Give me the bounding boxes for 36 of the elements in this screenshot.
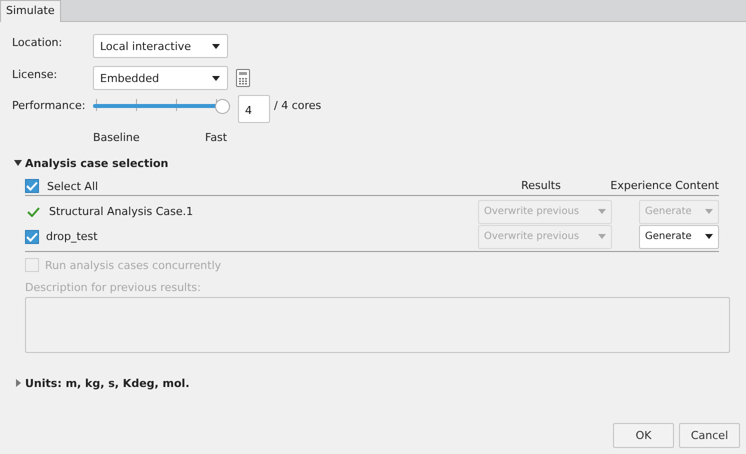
slider-max-label: Fast xyxy=(205,130,228,144)
caret-icon xyxy=(212,44,220,48)
caret-icon xyxy=(598,234,606,239)
slider-thumb[interactable] xyxy=(215,99,230,114)
checkbox-label: Run analysis cases concurrently xyxy=(45,258,222,272)
section-title[interactable]: Units: m, kg, s, Kdeg, mol. xyxy=(25,376,190,390)
tab[interactable]: Simulate xyxy=(0,0,61,22)
cores-input[interactable]: 4 xyxy=(238,95,270,123)
checkbox-label: Select All xyxy=(47,180,98,192)
dialog-button[interactable]: Cancel xyxy=(679,423,740,448)
dialog-button[interactable]: OK xyxy=(613,423,674,448)
checkbox[interactable] xyxy=(25,230,39,244)
checkbox[interactable] xyxy=(25,179,39,193)
caret-icon xyxy=(705,234,713,239)
description-field[interactable] xyxy=(25,297,730,353)
field-label: Description for previous results: xyxy=(25,281,202,295)
dropdown[interactable]: Local interactive xyxy=(93,34,228,58)
slider-min-label: Baseline xyxy=(93,130,141,144)
caret-icon xyxy=(705,209,713,214)
checkmark-icon xyxy=(27,206,40,216)
case-name: drop_test xyxy=(46,230,98,243)
dropdown[interactable]: Generate xyxy=(639,224,719,248)
field-label: License: xyxy=(12,67,58,81)
field-label: Location: xyxy=(12,35,64,49)
dropdown[interactable]: Embedded xyxy=(93,66,228,90)
section-title[interactable]: Analysis case selection xyxy=(25,156,168,170)
column-header: Experience Content xyxy=(610,178,719,194)
column-header: Results xyxy=(520,178,562,194)
calculator-icon xyxy=(236,69,250,87)
expand-icon[interactable] xyxy=(14,379,22,387)
case-name: Structural Analysis Case.1 xyxy=(49,205,194,218)
caret-icon xyxy=(598,209,606,214)
caret-icon xyxy=(212,76,220,80)
cores-label: / 4 cores xyxy=(274,98,322,112)
field-label: Performance: xyxy=(12,98,86,112)
collapse-icon[interactable] xyxy=(14,159,22,167)
